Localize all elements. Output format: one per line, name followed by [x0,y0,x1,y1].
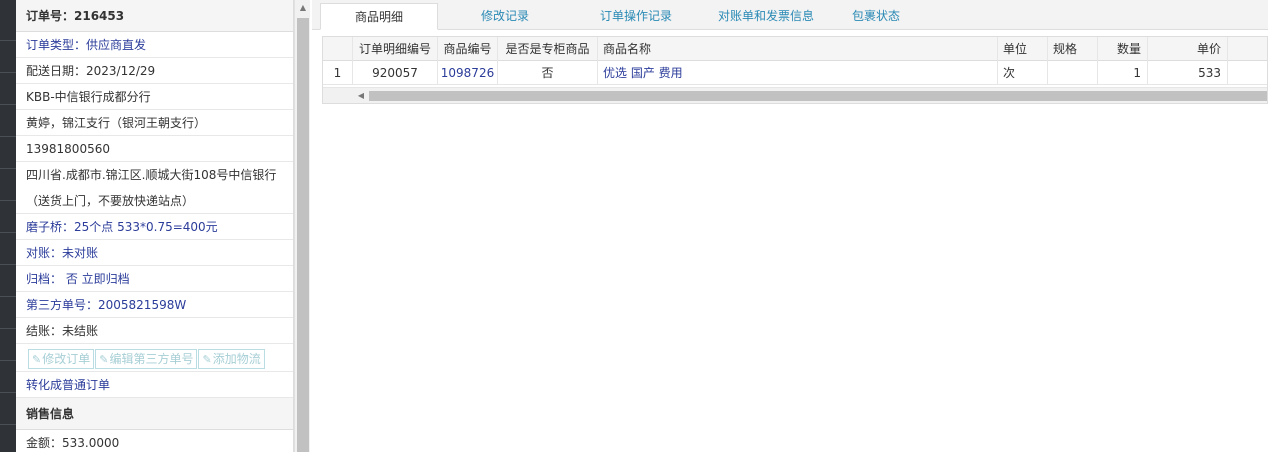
archive-status[interactable]: 归档： 否 立即归档 [16,266,293,292]
tab-order-operation-log[interactable]: 订单操作记录 [576,3,696,30]
contact-name: 黄婷，锦江支行（银河王朝支行） [16,110,293,136]
row-counter-product: 否 [498,61,598,85]
scroll-up-arrow-icon[interactable]: ▲ [295,0,311,16]
sales-info-header: 销售信息 [16,398,293,430]
action-buttons: ✎修改订单 ✎编辑第三方单号 ✎添加物流 [16,344,293,372]
grid-header-counter-product[interactable]: 是否是专柜商品 [498,37,598,61]
grid-header-unit-price[interactable]: 单价 [1148,37,1228,61]
row-quantity: 1 [1098,61,1148,85]
row-filler [1228,61,1267,85]
third-party-number: 第三方单号：2005821598W [16,292,293,318]
order-number-header: 订单号：216453 [16,0,293,32]
detail-area: 商品明细 修改记录 订单操作记录 对账单和发票信息 包裹状态 订单明细编号 商品… [312,0,1268,452]
scroll-left-arrow-icon[interactable]: ◀ [353,88,369,103]
add-logistics-label: 添加物流 [212,351,261,366]
settlement-status: 结账：未结账 [16,318,293,344]
order-type: 订单类型：供应商直发 [16,32,293,58]
add-logistics-button[interactable]: ✎添加物流 [198,348,265,369]
row-unit-price: 533 [1148,61,1228,85]
product-grid: 订单明细编号 商品编号 是否是专柜商品 商品名称 单位 规格 数量 单价 1 9… [322,36,1268,104]
delivery-address: 四川省.成都市.锦江区.顺城大街108号中信银行（送货上门，不要放快递站点） [16,162,293,214]
grid-horizontal-scrollbar[interactable]: ◀ [323,87,1267,103]
tab-statement-invoice[interactable]: 对账单和发票信息 [696,3,836,30]
grid-header-filler [1228,37,1267,61]
row-index: 1 [323,61,353,85]
grid-header-quantity[interactable]: 数量 [1098,37,1148,61]
row-unit: 次 [998,61,1048,85]
edit-icon: ✎ [32,352,42,366]
tab-product-details[interactable]: 商品明细 [320,3,438,30]
left-panel-scrollbar[interactable]: ▲ [294,0,310,452]
grid-header-product-id[interactable]: 商品编号 [438,37,498,61]
horizontal-scrollbar-thumb[interactable] [369,91,1267,101]
tab-modification-log[interactable]: 修改记录 [450,3,560,30]
table-row[interactable]: 1 920057 1098726 否 优选 国产 费用 次 1 533 [323,61,1267,85]
row-product-name[interactable]: 优选 国产 费用 [598,61,998,85]
edit-order-button[interactable]: ✎修改订单 [28,348,95,369]
grid-header-spec[interactable]: 规格 [1048,37,1098,61]
tab-bar: 商品明细 修改记录 订单操作记录 对账单和发票信息 包裹状态 [312,0,1268,30]
reconcile-status: 对账：未对账 [16,240,293,266]
sales-amount: 金额：533.0000 [16,430,293,452]
row-spec [1048,61,1098,85]
edit-third-party-number-button[interactable]: ✎编辑第三方单号 [95,348,198,369]
scrollbar-thumb[interactable] [297,18,309,452]
edit-order-label: 修改订单 [42,351,91,366]
app-side-strip [0,0,16,452]
grid-header-unit[interactable]: 单位 [998,37,1048,61]
edit-third-party-number-label: 编辑第三方单号 [109,351,194,366]
edit-icon: ✎ [202,352,212,366]
grid-header-row: 订单明细编号 商品编号 是否是专柜商品 商品名称 单位 规格 数量 单价 [323,37,1267,61]
grid-header-index [323,37,353,61]
customer-branch: KBB-中信银行成都分行 [16,84,293,110]
delivery-date: 配送日期：2023/12/29 [16,58,293,84]
edit-icon: ✎ [99,352,109,366]
row-product-id-link[interactable]: 1098726 [438,61,498,85]
order-info-panel: 订单号：216453 订单类型：供应商直发 配送日期：2023/12/29 KB… [16,0,294,452]
grid-header-detail-id[interactable]: 订单明细编号 [353,37,438,61]
contact-phone: 13981800560 [16,136,293,162]
order-note: 磨子桥：25个点 533*0.75=400元 [16,214,293,240]
convert-to-normal-order-link[interactable]: 转化成普通订单 [16,372,293,398]
grid-header-product-name[interactable]: 商品名称 [598,37,998,61]
row-detail-id: 920057 [353,61,438,85]
tab-package-status[interactable]: 包裹状态 [836,3,916,30]
